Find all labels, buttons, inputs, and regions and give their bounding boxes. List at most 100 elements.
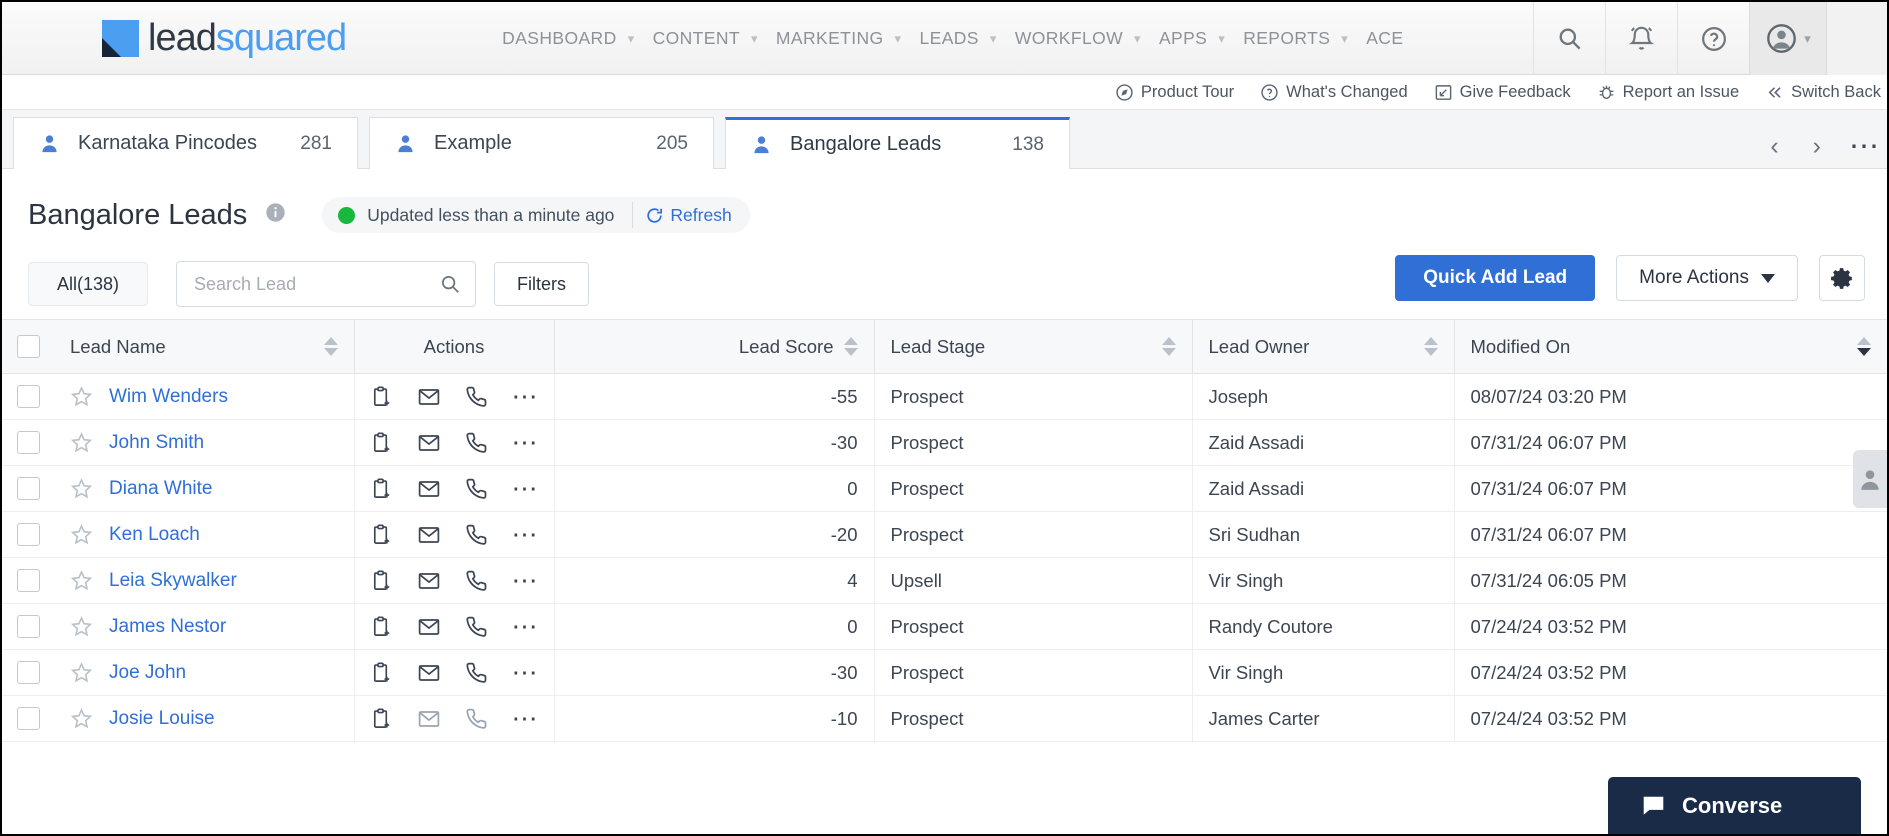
switch-back-link[interactable]: Switch Back (1765, 83, 1881, 102)
phone-icon[interactable] (465, 661, 488, 684)
row-more-options-icon[interactable]: ⋯ (512, 666, 539, 679)
header-lead-score[interactable]: Lead Score (554, 320, 874, 374)
lead-name-link[interactable]: James Nestor (109, 616, 226, 638)
filters-button[interactable]: Filters (494, 262, 589, 306)
email-icon[interactable] (417, 661, 441, 685)
report-an-issue-link[interactable]: Report an Issue (1597, 83, 1739, 102)
header-lead-owner[interactable]: Lead Owner (1192, 320, 1454, 374)
phone-icon[interactable] (465, 523, 488, 546)
table-row[interactable]: Ken Loach⋯-20ProspectSri Sudhan07/31/24 … (2, 512, 1887, 558)
phone-icon[interactable] (465, 477, 488, 500)
row-more-options-icon[interactable]: ⋯ (512, 574, 539, 587)
lead-name-link[interactable]: Josie Louise (109, 708, 215, 730)
row-more-options-icon[interactable]: ⋯ (512, 390, 539, 403)
add-task-icon[interactable] (370, 615, 393, 638)
add-task-icon[interactable] (370, 707, 393, 730)
product-tour-link[interactable]: Product Tour (1115, 83, 1234, 102)
row-checkbox[interactable] (17, 385, 40, 408)
nav-item-content[interactable]: CONTENT ▾ (653, 28, 758, 49)
email-icon[interactable] (417, 477, 441, 501)
select-all-checkbox[interactable] (17, 335, 40, 358)
add-task-icon[interactable] (370, 569, 393, 592)
sort-toggle-icon[interactable] (844, 337, 858, 356)
search-icon[interactable] (1533, 2, 1605, 75)
phone-icon[interactable] (465, 569, 488, 592)
row-checkbox[interactable] (17, 431, 40, 454)
add-task-icon[interactable] (370, 523, 393, 546)
give-feedback-link[interactable]: Give Feedback (1434, 83, 1571, 102)
table-row[interactable]: Leia Skywalker⋯4UpsellVir Singh07/31/24 … (2, 558, 1887, 604)
lead-name-link[interactable]: John Smith (109, 432, 204, 454)
add-task-icon[interactable] (370, 385, 393, 408)
lead-name-link[interactable]: Diana White (109, 478, 213, 500)
notification-bell-icon[interactable] (1605, 2, 1677, 75)
favorite-star-icon[interactable] (70, 523, 93, 546)
lead-name-link[interactable]: Joe John (109, 662, 186, 684)
quick-add-lead-button[interactable]: Quick Add Lead (1395, 255, 1595, 301)
favorite-star-icon[interactable] (70, 385, 93, 408)
lead-name-link[interactable]: Wim Wenders (109, 386, 228, 408)
row-more-options-icon[interactable]: ⋯ (512, 528, 539, 541)
nav-item-dashboard[interactable]: DASHBOARD ▾ (502, 28, 634, 49)
tab-bangalore-leads[interactable]: Bangalore Leads 138 (725, 117, 1070, 169)
add-task-icon[interactable] (370, 661, 393, 684)
whats-changed-link[interactable]: What's Changed (1260, 83, 1407, 102)
info-icon[interactable] (265, 202, 286, 228)
help-icon[interactable] (1677, 2, 1749, 75)
phone-icon[interactable] (465, 615, 488, 638)
tabs-more-options-icon[interactable]: ⋯ (1849, 138, 1879, 156)
add-task-icon[interactable] (370, 431, 393, 454)
header-lead-name[interactable]: Lead Name (54, 320, 354, 374)
all-leads-filter-button[interactable]: All(138) (28, 262, 148, 306)
row-more-options-icon[interactable]: ⋯ (512, 712, 539, 725)
sort-toggle-icon[interactable] (1424, 337, 1438, 356)
phone-icon[interactable] (465, 707, 488, 730)
nav-item-marketing[interactable]: MARKETING ▾ (776, 28, 902, 49)
row-checkbox[interactable] (17, 707, 40, 730)
table-row[interactable]: Diana White⋯0ProspectZaid Assadi07/31/24… (2, 466, 1887, 512)
lead-name-link[interactable]: Leia Skywalker (109, 570, 237, 592)
row-checkbox[interactable] (17, 615, 40, 638)
email-icon[interactable] (417, 707, 441, 731)
converse-widget-button[interactable]: Converse (1608, 777, 1861, 834)
refresh-button[interactable]: Refresh (633, 205, 745, 226)
favorite-star-icon[interactable] (70, 569, 93, 592)
side-panel-toggle[interactable] (1853, 450, 1887, 508)
tab-karnataka-pincodes[interactable]: Karnataka Pincodes 281 (13, 117, 358, 169)
leadsquared-logo[interactable]: leadsquared (102, 19, 346, 57)
add-task-icon[interactable] (370, 477, 393, 500)
favorite-star-icon[interactable] (70, 661, 93, 684)
table-row[interactable]: Joe John⋯-30ProspectVir Singh07/24/24 03… (2, 650, 1887, 696)
row-more-options-icon[interactable]: ⋯ (512, 482, 539, 495)
favorite-star-icon[interactable] (70, 707, 93, 730)
nav-item-leads[interactable]: LEADS ▾ (919, 28, 996, 49)
email-icon[interactable] (417, 615, 441, 639)
lead-name-link[interactable]: Ken Loach (109, 524, 200, 546)
email-icon[interactable] (417, 385, 441, 409)
sort-toggle-icon[interactable] (324, 337, 338, 356)
tab-example[interactable]: Example 205 (369, 117, 714, 169)
header-lead-stage[interactable]: Lead Stage (874, 320, 1192, 374)
nav-item-apps[interactable]: APPS ▾ (1159, 28, 1225, 49)
more-actions-dropdown[interactable]: More Actions (1616, 255, 1798, 301)
row-checkbox[interactable] (17, 477, 40, 500)
row-checkbox[interactable] (17, 661, 40, 684)
tabs-next-button[interactable]: › (1807, 134, 1827, 159)
nav-item-workflow[interactable]: WORKFLOW ▾ (1015, 28, 1141, 49)
email-icon[interactable] (417, 431, 441, 455)
search-lead-box[interactable] (176, 261, 476, 307)
row-more-options-icon[interactable]: ⋯ (512, 436, 539, 449)
table-row[interactable]: James Nestor⋯0ProspectRandy Coutore07/24… (2, 604, 1887, 650)
nav-item-reports[interactable]: REPORTS ▾ (1243, 28, 1348, 49)
favorite-star-icon[interactable] (70, 615, 93, 638)
sort-toggle-icon[interactable] (1857, 337, 1871, 356)
email-icon[interactable] (417, 569, 441, 593)
sort-toggle-icon[interactable] (1162, 337, 1176, 356)
email-icon[interactable] (417, 523, 441, 547)
phone-icon[interactable] (465, 385, 488, 408)
row-more-options-icon[interactable]: ⋯ (512, 620, 539, 633)
row-checkbox[interactable] (17, 569, 40, 592)
phone-icon[interactable] (465, 431, 488, 454)
table-row[interactable]: Wim Wenders⋯-55ProspectJoseph08/07/24 03… (2, 374, 1887, 420)
favorite-star-icon[interactable] (70, 431, 93, 454)
